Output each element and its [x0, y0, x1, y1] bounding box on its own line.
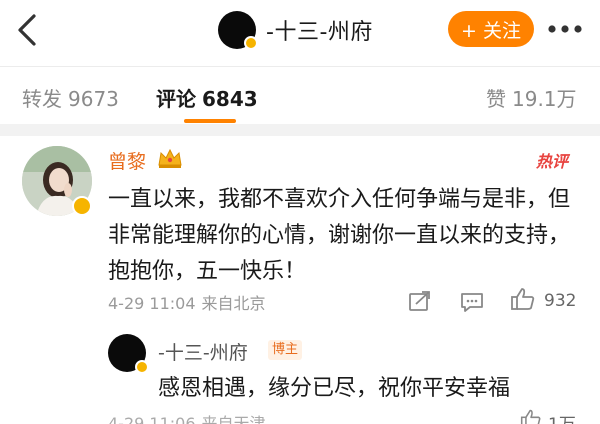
- reply-location: 来自天津: [201, 414, 266, 424]
- tab-count: 6843: [202, 87, 258, 111]
- reply-meta: 4-29 11:06 来自天津: [108, 410, 272, 424]
- comment-author[interactable]: 曾黎: [108, 147, 146, 174]
- reply-time: 4-29 11:06: [108, 414, 196, 424]
- tab-label: 赞: [486, 87, 506, 111]
- back-icon[interactable]: [14, 12, 44, 48]
- like-icon[interactable]: [520, 408, 542, 424]
- tab-label: 转发: [22, 87, 62, 111]
- section-divider: [0, 124, 600, 136]
- tab-likes[interactable]: 赞 19.1万: [486, 83, 577, 112]
- nav-user[interactable]: -十三-州府: [218, 10, 373, 50]
- verified-badge-icon: [72, 196, 92, 216]
- reply-author[interactable]: -十三-州府: [158, 338, 248, 365]
- nav-title: -十三-州府: [266, 20, 373, 45]
- tab-count: 9673: [68, 87, 119, 111]
- author-badge: 博主: [268, 340, 303, 360]
- avatar[interactable]: [218, 11, 258, 50]
- tab-count: 19.1万: [512, 87, 577, 111]
- like-count: 932: [544, 291, 577, 311]
- comment-location: 来自北京: [201, 294, 266, 313]
- comment-icon[interactable]: [460, 291, 484, 313]
- verified-badge-icon: [244, 36, 258, 50]
- comment-text: 一直以来，我都不喜欢介入任何争端与是非，但非常能理解你的心情，谢谢你一直以来的支…: [108, 187, 571, 284]
- tab-label: 评论: [156, 87, 196, 111]
- active-tab-indicator: [184, 119, 236, 123]
- verified-badge-icon: [135, 360, 149, 374]
- tab-bar: 转发 9673 评论 6843 赞 19.1万: [0, 67, 600, 123]
- share-icon[interactable]: [408, 290, 432, 312]
- tab-reposts[interactable]: 转发 9673: [22, 83, 119, 112]
- comment-meta: 4-29 11:04 来自北京: [108, 290, 272, 314]
- reply-text: 感恩相遇，缘分已尽，祝你平安幸福: [158, 376, 511, 401]
- comment-time: 4-29 11:04: [108, 294, 196, 313]
- like-icon[interactable]: [510, 286, 536, 312]
- like-count: 1万: [548, 410, 576, 424]
- reply-item: -十三-州府 博主 感恩相遇，缘分已尽，祝你平安幸福 4-29 11:06 来自天…: [108, 328, 600, 424]
- tab-comments[interactable]: 评论 6843: [156, 83, 258, 112]
- comment-item: 曾黎 热评 一直以来，我都不喜欢介入任何争端与是非，但非常能理解你的心情，谢谢你…: [0, 136, 600, 424]
- top-nav: -十三-州府 + 关注: [0, 0, 600, 62]
- more-icon[interactable]: [545, 14, 585, 44]
- crown-icon: [156, 146, 184, 170]
- follow-button[interactable]: + 关注: [448, 11, 534, 47]
- hot-comment-tag: 热评: [536, 152, 569, 171]
